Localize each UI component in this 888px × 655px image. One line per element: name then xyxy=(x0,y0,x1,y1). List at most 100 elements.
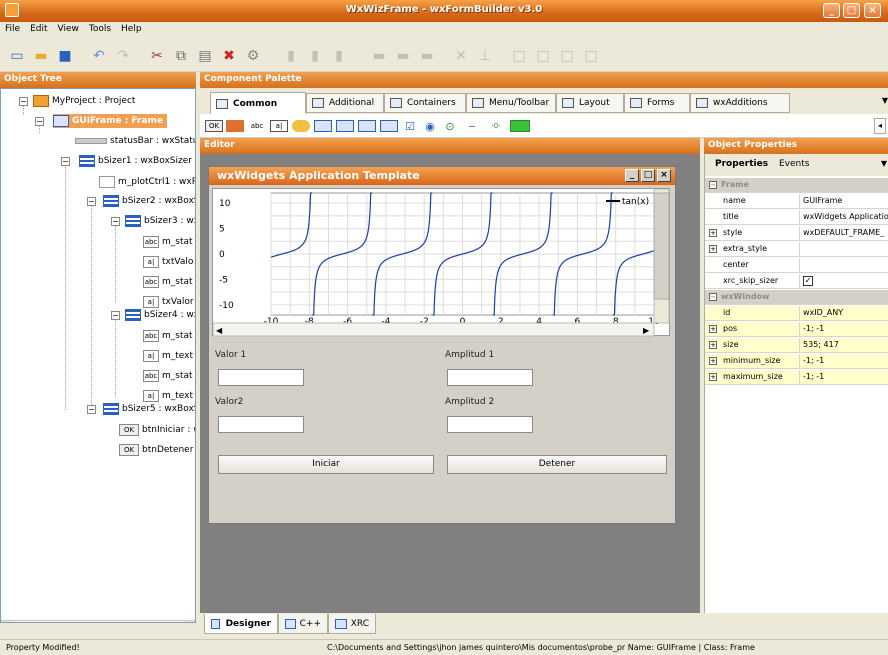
tab-events[interactable]: Events xyxy=(779,159,809,169)
plot-control[interactable]: -10-8-6-4-202468101050-5-10tan(x)◀▶ xyxy=(212,188,670,337)
align-top-icon[interactable]: ▬ xyxy=(370,47,388,65)
open-folder-icon[interactable]: ▬ xyxy=(32,47,50,65)
tree-node-bsizer5[interactable]: bSizer5 : wxBoxS xyxy=(103,402,195,416)
property-value[interactable]: GUIFrame xyxy=(803,196,888,205)
property-value[interactable]: -1; -1 xyxy=(803,324,888,333)
property-value[interactable]: -1; -1 xyxy=(803,356,888,365)
valor2-input[interactable] xyxy=(218,416,304,433)
generate-code-icon[interactable]: ⚙ xyxy=(244,47,262,65)
tree-node-button[interactable]: OK btnIniciar : w xyxy=(119,423,195,437)
new-project-icon[interactable]: ▭ xyxy=(8,47,26,65)
property-row[interactable]: title wxWidgets Applicatio xyxy=(705,210,888,225)
property-expander-icon[interactable]: + xyxy=(709,357,717,365)
tree-node-text-ctrl[interactable]: a| m_text xyxy=(143,389,193,403)
tree-node-text-ctrl[interactable]: a| txValor xyxy=(143,295,194,309)
tab-properties[interactable]: Properties xyxy=(715,159,768,169)
iniciar-button[interactable]: Iniciar xyxy=(218,455,434,474)
tree-expander[interactable]: − xyxy=(35,117,44,126)
static-text-widget-icon[interactable]: abc xyxy=(248,120,266,132)
property-row[interactable]: + maximum_size -1; -1 xyxy=(705,370,888,385)
property-expander-icon[interactable]: + xyxy=(709,325,717,333)
property-row[interactable]: center xyxy=(705,258,888,273)
detener-button[interactable]: Detener xyxy=(447,455,667,474)
maximize-button[interactable]: □ xyxy=(843,3,860,18)
gauge-widget-icon[interactable] xyxy=(510,120,530,132)
valor1-input[interactable] xyxy=(218,369,304,386)
radio-box-widget-icon[interactable]: ◉ xyxy=(424,120,436,133)
static-line-widget-icon[interactable]: — xyxy=(462,120,482,132)
property-expander-icon[interactable]: − xyxy=(709,293,717,301)
menu-file[interactable]: File xyxy=(0,22,25,36)
radio-button-widget-icon[interactable]: ⊙ xyxy=(444,120,456,133)
tree-node-static-text[interactable]: abc m_stat xyxy=(143,275,193,289)
property-value[interactable]: wxID_ANY xyxy=(803,308,888,317)
combo-box-widget-icon[interactable] xyxy=(314,120,332,132)
border-top-icon[interactable]: □ xyxy=(558,47,576,65)
amplitud1-input[interactable] xyxy=(447,369,533,386)
property-expander-icon[interactable]: + xyxy=(709,245,717,253)
property-row[interactable]: + size 535; 417 xyxy=(705,338,888,353)
tree-node-static-text[interactable]: abc m_stat xyxy=(143,235,193,249)
tree-node-guiframe[interactable]: GUIFrame : Frame xyxy=(53,114,168,128)
align-left-icon[interactable]: ▮ xyxy=(282,47,300,65)
minimize-button[interactable]: _ xyxy=(823,3,840,18)
tree-node-plotctrl[interactable]: m_plotCtrl1 : wxP xyxy=(99,175,195,189)
copy-icon[interactable]: ⧉ xyxy=(172,47,190,65)
paste-icon[interactable]: ▤ xyxy=(196,47,214,65)
tree-expander[interactable]: − xyxy=(111,311,120,320)
tree-expander[interactable]: − xyxy=(111,217,120,226)
property-row[interactable]: + extra_style xyxy=(705,242,888,257)
tree-node-bsizer2[interactable]: bSizer2 : wxBoxS xyxy=(103,194,195,208)
property-row[interactable]: name GUIFrame xyxy=(705,194,888,209)
amplitud2-input[interactable] xyxy=(447,416,533,433)
align-right-icon[interactable]: ▮ xyxy=(330,47,348,65)
list-ctrl-widget-icon[interactable] xyxy=(380,120,398,132)
tree-node-project[interactable]: MyProject : Project xyxy=(33,94,135,108)
property-value[interactable]: -1; -1 xyxy=(803,372,888,381)
tree-node-bsizer1[interactable]: bSizer1 : wxBoxSizer xyxy=(79,154,192,168)
tab-designer[interactable]: Designer xyxy=(204,614,278,634)
property-category[interactable]: − Frame xyxy=(705,178,888,193)
property-row[interactable]: + pos -1; -1 xyxy=(705,322,888,337)
tree-node-button[interactable]: OK btnDetener xyxy=(119,443,193,457)
property-expander-icon[interactable]: − xyxy=(709,181,717,189)
bitmap-widget-icon[interactable] xyxy=(292,120,310,132)
property-row[interactable]: xrc_skip_sizer ✓ xyxy=(705,274,888,289)
menu-help[interactable]: Help xyxy=(116,22,147,36)
scroll-left-icon[interactable]: ◀ xyxy=(2,621,13,622)
border-bottom-icon[interactable]: □ xyxy=(582,47,600,65)
tab-additional[interactable]: Additional xyxy=(306,93,384,113)
menu-edit[interactable]: Edit xyxy=(25,22,52,36)
tree-node-static-text[interactable]: abc m_stat xyxy=(143,329,193,343)
tree-expander[interactable]: − xyxy=(19,97,28,106)
align-center-icon[interactable]: ▮ xyxy=(306,47,324,65)
tab-wxadditions[interactable]: wxAdditions xyxy=(690,93,790,113)
align-middle-icon[interactable]: ▬ xyxy=(394,47,412,65)
checkbox-widget-icon[interactable]: ☑ xyxy=(404,120,416,133)
tree-node-text-ctrl[interactable]: a| m_text xyxy=(143,349,193,363)
list-box-widget-icon[interactable] xyxy=(358,120,376,132)
tab-layout[interactable]: Layout xyxy=(556,93,624,113)
slider-widget-icon[interactable]: -0- xyxy=(486,120,506,132)
tree-horizontal-scrollbar[interactable]: ◀ ▶ xyxy=(1,620,195,622)
tree-node-statusbar[interactable]: statusBar : wxStatusB xyxy=(75,134,195,148)
property-row[interactable]: id wxID_ANY xyxy=(705,306,888,321)
cut-icon[interactable]: ✂ xyxy=(148,47,166,65)
property-value[interactable]: wxDEFAULT_FRAME_ xyxy=(803,228,888,237)
tree-node-bsizer3[interactable]: bSizer3 : wx xyxy=(125,214,195,228)
choice-widget-icon[interactable] xyxy=(336,120,354,132)
property-row[interactable]: + minimum_size -1; -1 xyxy=(705,354,888,369)
text-ctrl-widget-icon[interactable]: a| xyxy=(270,120,288,132)
align-bottom-icon[interactable]: ▬ xyxy=(418,47,436,65)
tab-xrc[interactable]: XRC xyxy=(328,614,376,634)
property-expander-icon[interactable]: + xyxy=(709,373,717,381)
palette-scroll-icon[interactable]: ◂ xyxy=(874,118,886,134)
undo-icon[interactable]: ↶ xyxy=(90,47,108,65)
designer-frame[interactable]: wxWidgets Application Template _ □ × -10… xyxy=(208,166,676,524)
close-button[interactable]: × xyxy=(864,3,881,18)
tree-expander[interactable]: − xyxy=(61,157,70,166)
tree-node-text-ctrl[interactable]: a| txtValo xyxy=(143,255,193,269)
bitmap-button-widget-icon[interactable] xyxy=(226,120,244,132)
expand-icon[interactable]: ✕ xyxy=(452,47,470,65)
menu-tools[interactable]: Tools xyxy=(84,22,116,36)
